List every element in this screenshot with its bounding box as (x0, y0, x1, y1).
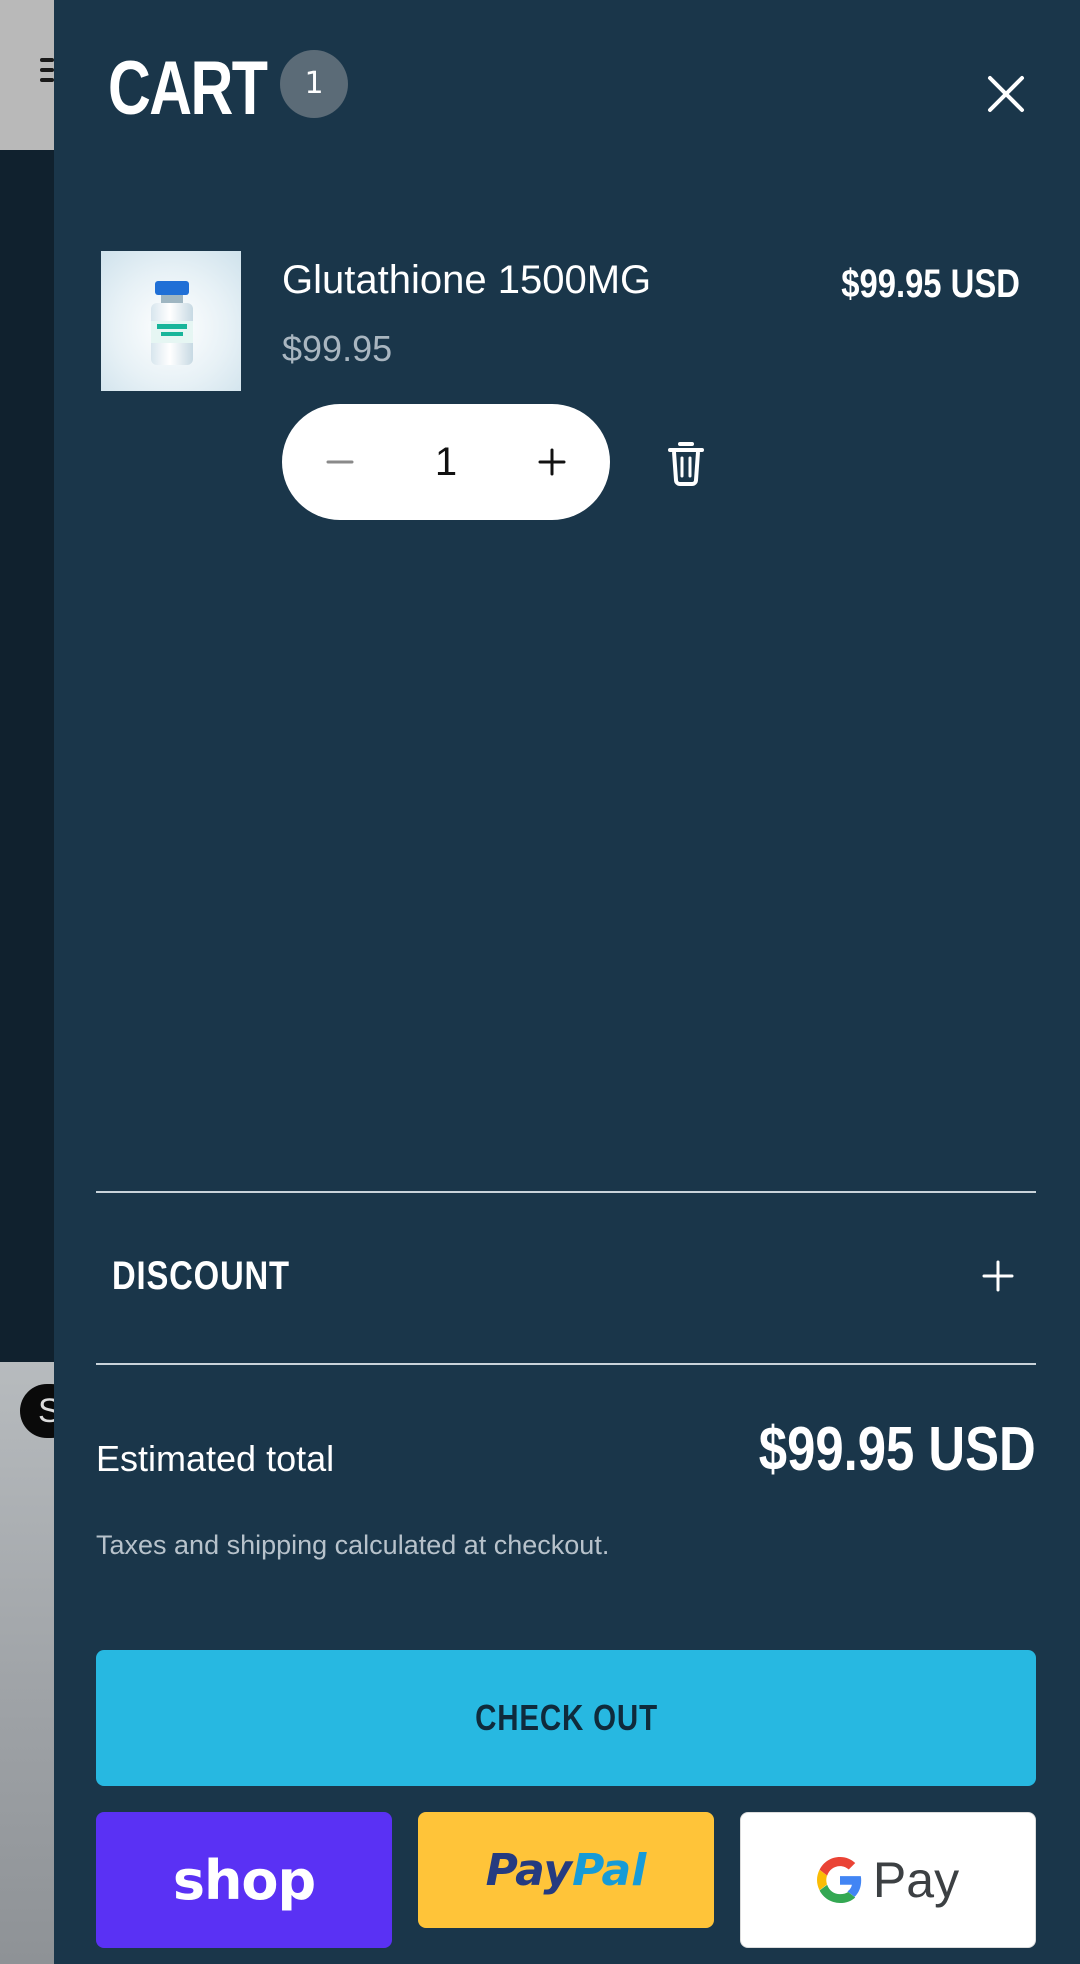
shop-pay-button[interactable]: shop (96, 1812, 392, 1948)
remove-item-button[interactable] (666, 440, 706, 486)
plus-icon (982, 1260, 1014, 1292)
line-total-price: $99.95 USD (841, 262, 1020, 306)
close-icon (988, 76, 1024, 112)
background-image (0, 1362, 54, 1964)
trash-icon (668, 442, 704, 486)
checkout-button[interactable]: CHECK OUT (96, 1650, 1036, 1786)
paypal-logo-pal: Pal (572, 1844, 647, 1896)
background-content (0, 150, 54, 1362)
divider (96, 1363, 1036, 1365)
decrease-quantity-button[interactable] (308, 430, 372, 494)
paypal-button[interactable]: PayPal (418, 1812, 714, 1928)
product-thumbnail[interactable] (101, 251, 241, 391)
estimated-total-value: $99.95 USD (759, 1415, 1036, 1484)
plus-icon (538, 448, 566, 476)
discount-toggle-button[interactable] (978, 1256, 1018, 1296)
shop-pay-logo: shop (172, 1848, 316, 1912)
google-pay-label: Pay (872, 1852, 960, 1908)
close-button[interactable] (984, 72, 1028, 116)
cart-count-badge: 1 (280, 50, 348, 118)
minus-icon (326, 460, 354, 464)
google-pay-logo: Pay (816, 1851, 960, 1909)
product-unit-price: $99.95 (282, 328, 393, 369)
cart-title: CART (108, 46, 268, 131)
increase-quantity-button[interactable] (520, 430, 584, 494)
divider (96, 1191, 1036, 1193)
hamburger-menu-icon[interactable] (40, 58, 54, 84)
paypal-logo: PayPal (486, 1845, 647, 1896)
checkout-button-label: CHECK OUT (474, 1697, 658, 1738)
tax-shipping-note: Taxes and shipping calculated at checkou… (96, 1530, 610, 1560)
vial-label (151, 321, 193, 343)
discount-label[interactable]: DISCOUNT (112, 1254, 290, 1299)
google-pay-button[interactable]: Pay (740, 1812, 1036, 1948)
estimated-total-label: Estimated total (96, 1438, 335, 1479)
quantity-stepper: 1 (282, 404, 610, 520)
vial-cap (155, 281, 189, 295)
cart-drawer: CART 1 Glutathione 1500MG $99.95 $99.95 … (54, 0, 1080, 1964)
google-g-icon (816, 1857, 862, 1903)
quantity-input[interactable]: 1 (435, 440, 457, 485)
product-name[interactable]: Glutathione 1500MG (282, 258, 651, 303)
paypal-logo-pay: Pay (485, 1844, 573, 1896)
